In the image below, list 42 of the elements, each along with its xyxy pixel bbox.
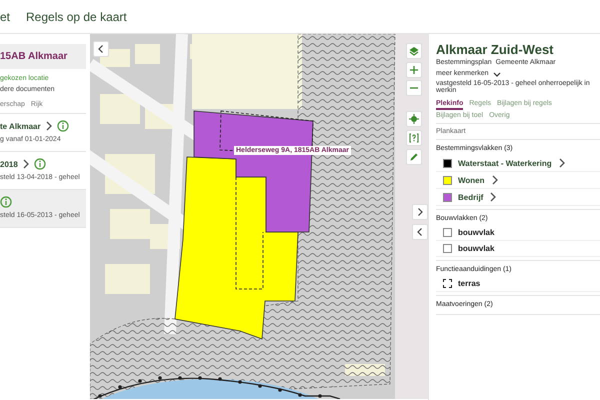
legend-item[interactable]: Bedrijf xyxy=(436,189,600,206)
plus-icon xyxy=(409,65,419,75)
nav-link[interactable]: Regels op de kaart xyxy=(26,10,127,24)
expand-button[interactable] xyxy=(412,204,428,220)
draw-button[interactable] xyxy=(406,149,422,165)
question-mark-icon xyxy=(409,133,419,143)
legend-swatch xyxy=(443,228,452,237)
legend-label: Bedrijf xyxy=(458,192,484,202)
address-heading: 15AB Alkmaar xyxy=(0,44,86,69)
legend-item[interactable]: Waterstaat - Waterkering xyxy=(436,155,600,172)
chevron-left-icon xyxy=(96,44,106,54)
legend-item[interactable]: Wonen xyxy=(436,172,600,189)
locate-button[interactable] xyxy=(406,111,422,127)
layers-icon xyxy=(409,46,419,56)
chevron-right-icon xyxy=(415,207,425,217)
collapse-button[interactable] xyxy=(93,41,109,57)
chevron-left-icon xyxy=(415,227,425,237)
chevron-down-icon xyxy=(492,70,501,76)
legend-item[interactable]: bouwvlak xyxy=(436,241,600,257)
plan-title: te Alkmaar xyxy=(0,122,41,130)
legend-label: Wonen xyxy=(458,176,485,184)
info-icon xyxy=(56,120,69,132)
legend-label: terras xyxy=(458,279,480,288)
pencil-icon xyxy=(409,152,419,162)
query-button[interactable] xyxy=(406,130,422,146)
legend-label: bouwvlak xyxy=(458,228,494,237)
crosshair-icon xyxy=(409,114,419,124)
collapse-button[interactable] xyxy=(412,224,428,240)
info-icon xyxy=(34,158,46,170)
zoom-out-button[interactable] xyxy=(406,80,422,96)
legend-label: Waterstaat - Waterkering xyxy=(458,158,552,168)
layers-button[interactable] xyxy=(406,43,422,59)
plan-title: Alkmaar Zuid-West xyxy=(436,42,555,57)
zoom-in-button[interactable] xyxy=(406,62,422,78)
legend-label: bouwvlak xyxy=(458,244,494,253)
info-icon xyxy=(0,196,12,208)
legend-swatch xyxy=(443,279,452,288)
plan-title: 2018 xyxy=(0,160,18,168)
nav-link[interactable]: et xyxy=(0,10,10,24)
legend-item[interactable]: bouwvlak xyxy=(436,225,600,241)
legend-item[interactable]: terras xyxy=(436,276,600,292)
legend-swatch xyxy=(443,244,452,253)
